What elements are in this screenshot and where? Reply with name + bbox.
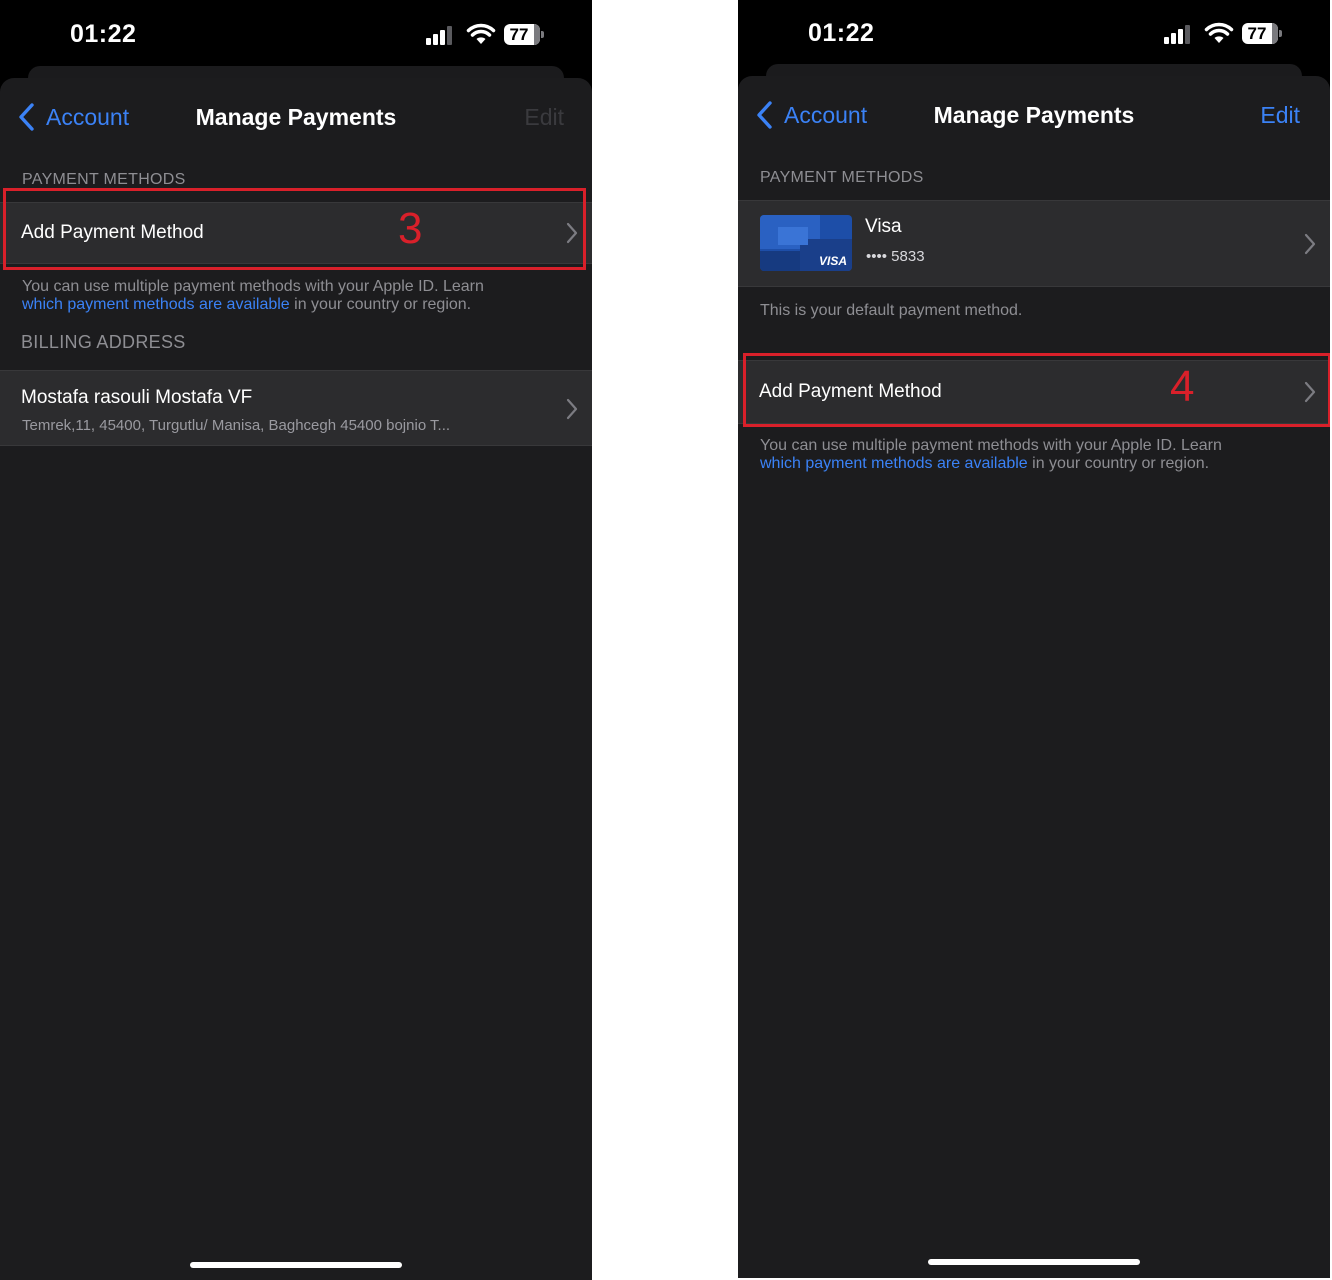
chevron-right-icon xyxy=(566,398,578,420)
edit-button[interactable]: Edit xyxy=(1260,102,1300,129)
card-brand: Visa xyxy=(865,216,902,237)
payment-methods-footer: You can use multiple payment methods wit… xyxy=(22,278,562,314)
wifi-icon xyxy=(466,23,496,44)
chevron-right-icon xyxy=(1304,233,1316,255)
step-highlight-box xyxy=(3,188,586,270)
available-payment-methods-link[interactable]: which payment methods are available xyxy=(760,455,1028,472)
visa-logo: VISA xyxy=(818,254,847,268)
page-title: Manage Payments xyxy=(195,104,397,130)
right-screenshot: 01:22 77 Account Manage Payments Edit PA… xyxy=(738,0,1330,1278)
step-number-label: 4 xyxy=(1170,362,1195,411)
billing-name: Mostafa rasouli Mostafa VF xyxy=(21,387,253,408)
footer-text: You can use multiple payment methods wit… xyxy=(760,437,1222,454)
status-bar: 01:22 77 xyxy=(738,0,1330,66)
billing-address-row[interactable]: Mostafa rasouli Mostafa VF Temrek,11, 45… xyxy=(0,370,592,446)
status-time: 01:22 xyxy=(70,20,137,48)
payment-methods-header: PAYMENT METHODS xyxy=(760,169,924,186)
battery-percentage: 77 xyxy=(1247,24,1267,43)
card-number: •••• 5833 xyxy=(866,248,925,265)
billing-address-header: BILLING ADDRESS xyxy=(21,332,186,352)
footer-text: You can use multiple payment methods wit… xyxy=(22,278,484,295)
step-number-label: 3 xyxy=(398,204,423,253)
visa-card-image: VISA xyxy=(760,215,852,271)
home-indicator[interactable] xyxy=(190,1262,402,1268)
footer-text-end: in your country or region. xyxy=(289,296,472,313)
navigation-bar: Account Manage Payments Edit xyxy=(738,76,1330,154)
status-time: 01:22 xyxy=(808,19,875,47)
payment-methods-footer: You can use multiple payment methods wit… xyxy=(760,437,1300,473)
wifi-icon xyxy=(1204,22,1234,43)
edit-button[interactable]: Edit xyxy=(524,104,564,131)
cellular-signal-icon xyxy=(1164,24,1196,44)
battery-percentage: 77 xyxy=(509,25,529,44)
default-payment-note: This is your default payment method. xyxy=(760,302,1023,319)
left-screenshot: 01:22 77 Account Manage Payments Edit PA… xyxy=(0,0,592,1280)
navigation-bar: Account Manage Payments Edit xyxy=(0,78,592,156)
home-indicator[interactable] xyxy=(928,1259,1140,1265)
payment-methods-header: PAYMENT METHODS xyxy=(22,171,186,188)
visa-card-row[interactable]: VISA Visa •••• 5833 xyxy=(738,200,1330,287)
battery-icon: 77 xyxy=(504,24,544,45)
status-bar: 01:22 77 xyxy=(0,0,592,66)
available-payment-methods-link[interactable]: which payment methods are available xyxy=(22,296,290,313)
battery-icon: 77 xyxy=(1242,23,1282,44)
manage-payments-sheet: Account Manage Payments Edit PAYMENT MET… xyxy=(738,76,1330,1278)
page-title: Manage Payments xyxy=(933,102,1135,128)
step-highlight-box xyxy=(743,353,1330,427)
footer-text-end: in your country or region. xyxy=(1027,455,1210,472)
cellular-signal-icon xyxy=(426,25,458,45)
billing-address-text: Temrek,11, 45400, Turgutlu/ Manisa, Bagh… xyxy=(22,417,451,434)
